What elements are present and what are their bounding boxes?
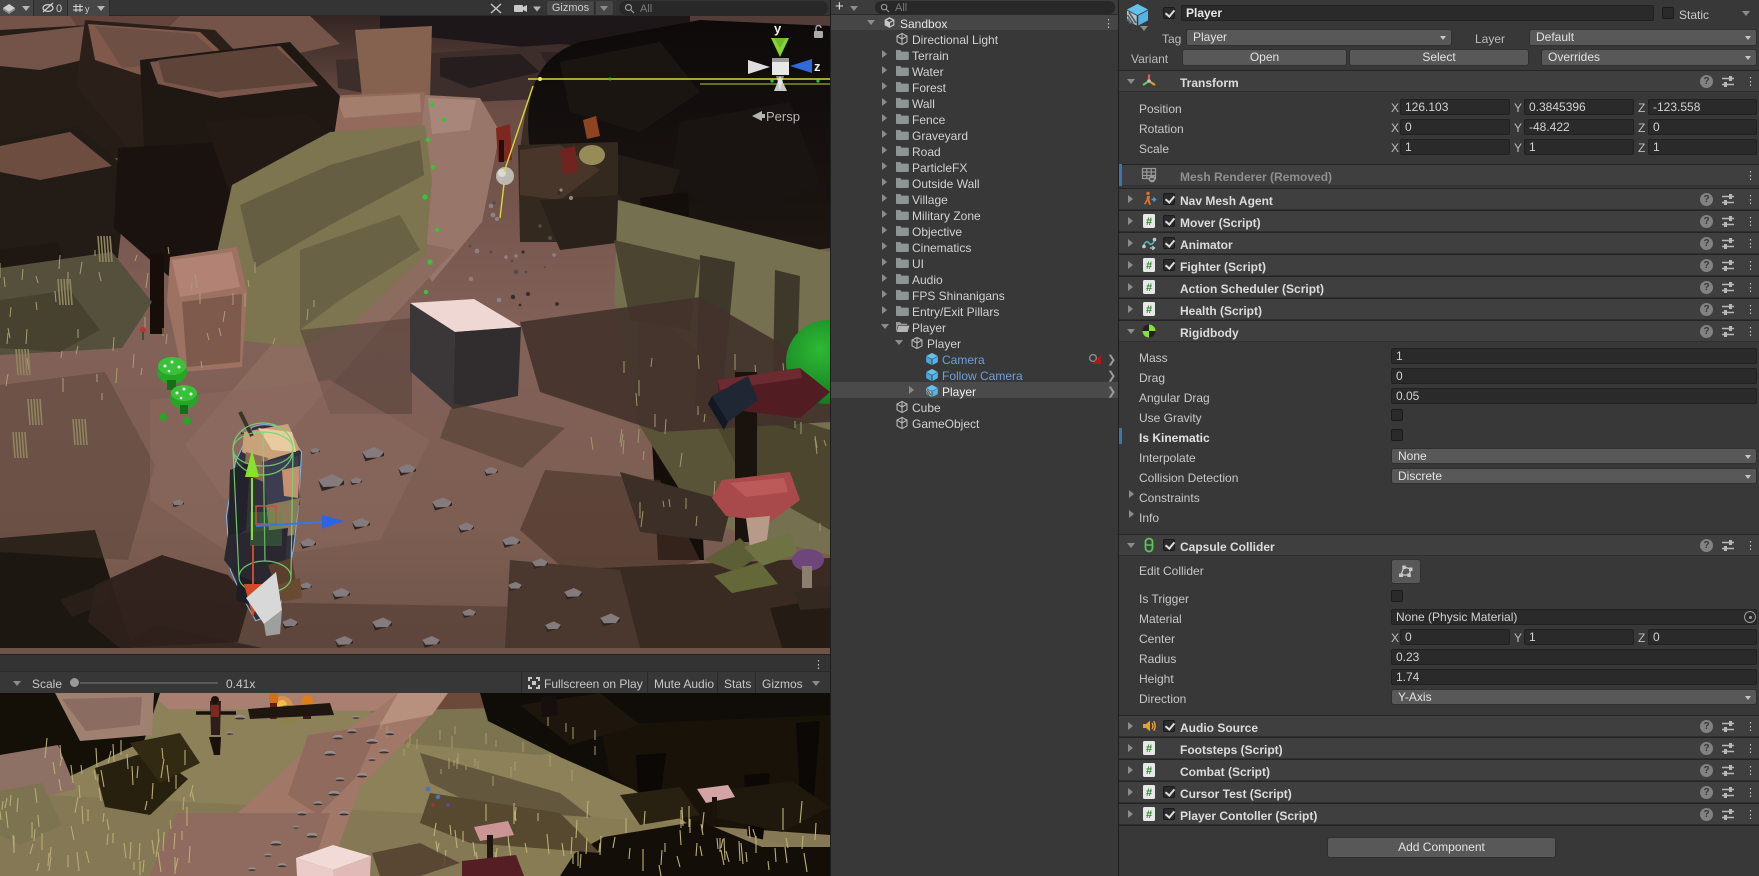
svg-text:Persp: Persp bbox=[766, 109, 800, 124]
svg-text:z: z bbox=[814, 59, 821, 74]
svg-text:#: # bbox=[1146, 809, 1152, 821]
svg-text:#: # bbox=[1146, 743, 1152, 755]
svg-text:#: # bbox=[1146, 304, 1152, 316]
svg-text:y: y bbox=[85, 4, 90, 14]
svg-text:0: 0 bbox=[56, 3, 62, 15]
svg-text:y: y bbox=[774, 21, 782, 36]
svg-text:#: # bbox=[1146, 787, 1152, 799]
svg-text:#: # bbox=[1146, 765, 1152, 777]
svg-text:#: # bbox=[1146, 282, 1152, 294]
svg-text:#: # bbox=[1146, 260, 1152, 272]
svg-text:#: # bbox=[1146, 216, 1152, 228]
